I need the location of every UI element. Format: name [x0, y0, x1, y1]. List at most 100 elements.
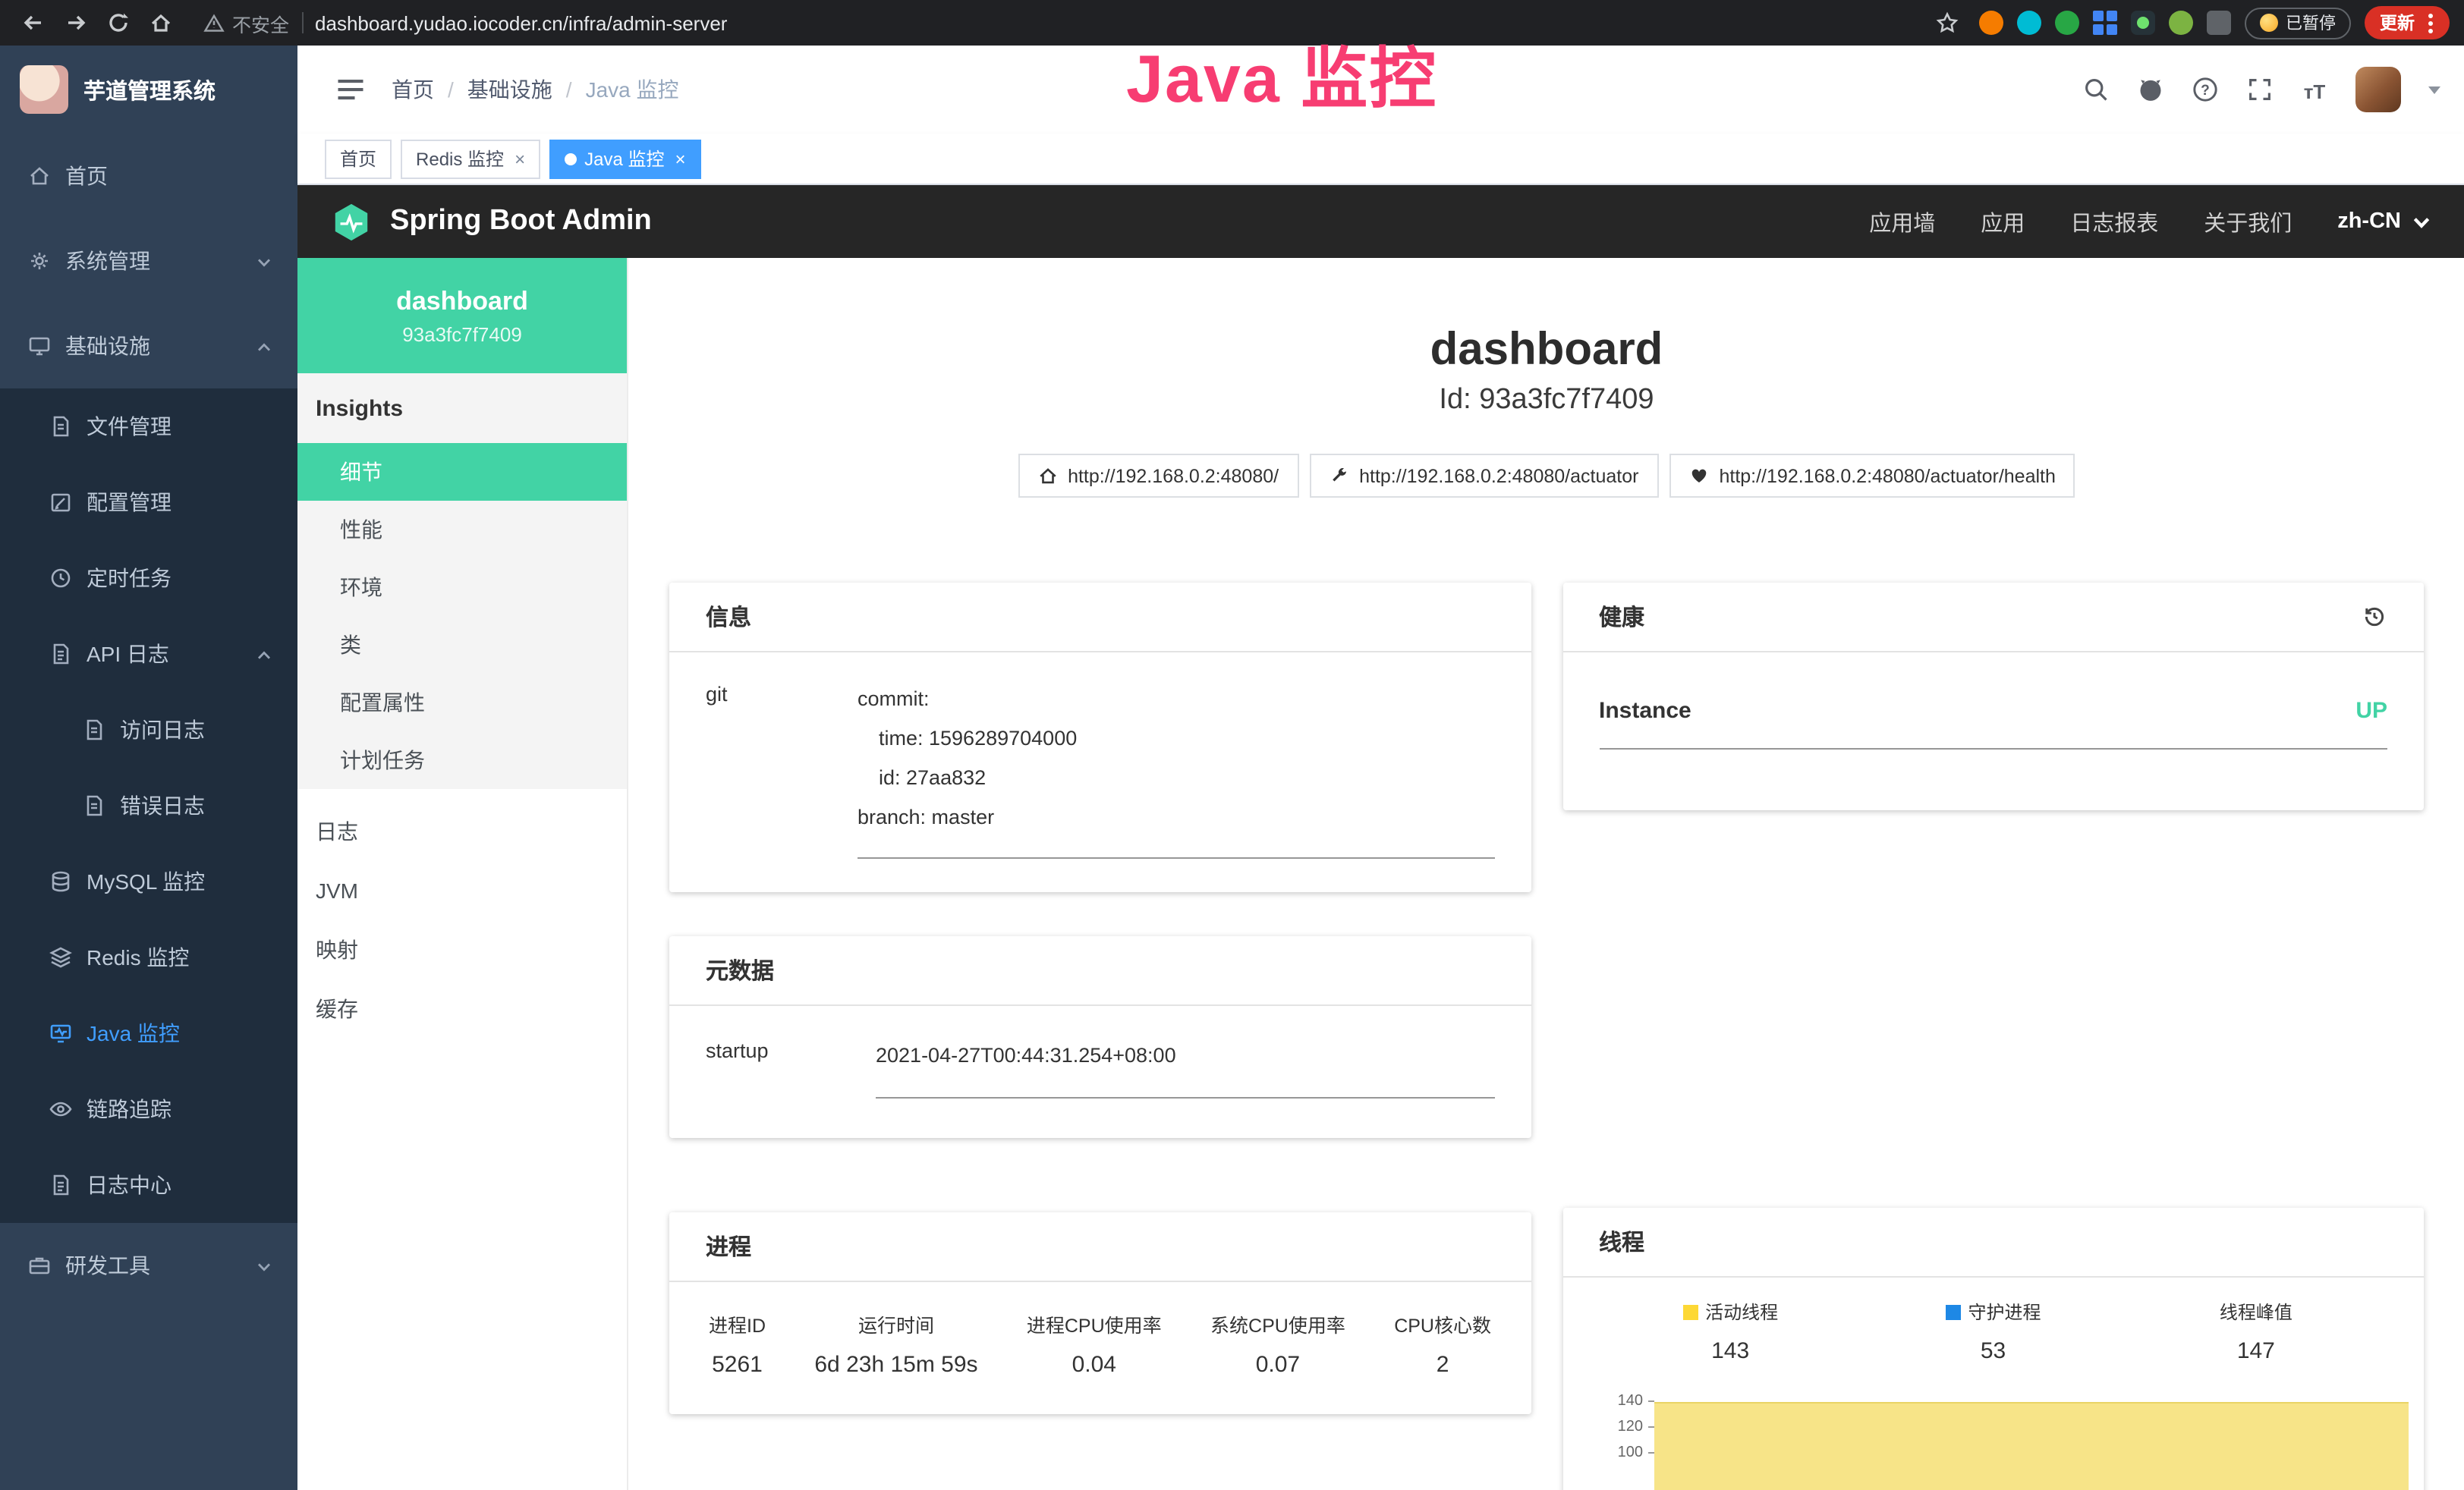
sba-item-mappings[interactable]: 映射: [297, 919, 627, 979]
sba-item-environment[interactable]: 环境: [297, 558, 627, 616]
sba-item-scheduled-tasks[interactable]: 计划任务: [297, 731, 627, 789]
active-dot: [565, 152, 577, 165]
metadata-value: 2021-04-27T00:44:31.254+08:00: [876, 1036, 1494, 1076]
link-chip-root[interactable]: http://192.168.0.2:48080/: [1018, 454, 1298, 498]
sba-nav-journal[interactable]: 日志报表: [2070, 206, 2158, 237]
sidebar-item-java[interactable]: Java 监控: [0, 995, 297, 1071]
hamburger-icon[interactable]: [334, 73, 367, 106]
instance-header[interactable]: dashboard 93a3fc7f7409: [297, 258, 627, 373]
app-logo[interactable]: 芋道管理系统: [0, 46, 297, 134]
update-button[interactable]: 更新: [2365, 6, 2450, 39]
home-icon[interactable]: [143, 6, 179, 39]
close-icon[interactable]: ×: [515, 148, 525, 169]
extension-icon[interactable]: [2055, 11, 2079, 35]
sba-item-logs[interactable]: 日志: [297, 801, 627, 860]
extension-icon[interactable]: [2017, 11, 2041, 35]
sba-nav-wallboard[interactable]: 应用墙: [1869, 206, 1935, 237]
breadcrumb-home[interactable]: 首页: [392, 74, 434, 105]
sidebar-item-access-log[interactable]: 访问日志: [0, 692, 297, 768]
sidebar-item-redis[interactable]: Redis 监控: [0, 919, 297, 995]
sidebar-item-home[interactable]: 首页: [0, 134, 297, 218]
metric-uptime: 运行时间 6d 23h 15m 59s: [814, 1309, 977, 1378]
extension-icon[interactable]: [2169, 11, 2193, 35]
sidebar-item-log-center[interactable]: 日志中心: [0, 1147, 297, 1223]
layers-icon: [49, 945, 73, 970]
sidebar-item-trace[interactable]: 链路追踪: [0, 1071, 297, 1147]
sba-main: dashboard Id: 93a3fc7f7409 http://192.16…: [628, 258, 2464, 1490]
card-title: 信息: [706, 601, 751, 633]
document-icon: [49, 414, 73, 439]
tab-java[interactable]: Java 监控 ×: [549, 139, 700, 178]
github-icon[interactable]: [2137, 76, 2164, 103]
breadcrumb-infra[interactable]: 基础设施: [467, 74, 552, 105]
sidebar-item-devtools[interactable]: 研发工具: [0, 1223, 297, 1308]
sidebar-item-error-log[interactable]: 错误日志: [0, 768, 297, 844]
address-bar[interactable]: 不安全 dashboard.yudao.iocoder.cn/infra/adm…: [203, 8, 1923, 37]
tab-home[interactable]: 首页: [325, 139, 392, 178]
caret-down-icon[interactable]: [2428, 86, 2440, 93]
chart-y-axis: 140 120 100: [1611, 1388, 1654, 1466]
sidebar-menu: 首页 系统管理 基础设施 文件管理: [0, 134, 297, 1490]
logo-image: [20, 65, 68, 114]
metric-pid: 进程ID 5261: [709, 1309, 766, 1378]
back-icon[interactable]: [15, 6, 52, 39]
help-icon[interactable]: ?: [2192, 76, 2219, 103]
sba-nav-applications[interactable]: 应用: [1981, 206, 2025, 237]
extension-icon[interactable]: [2131, 11, 2155, 35]
extension-icon[interactable]: [2207, 11, 2231, 35]
info-card: 信息 git commit: time: 1596289704000 id: 2…: [669, 583, 1531, 892]
sba-item-jvm[interactable]: JVM: [297, 860, 627, 919]
log-icon: [49, 1173, 73, 1197]
chart-area-series: [1654, 1402, 2409, 1490]
sba-item-details[interactable]: 细节: [297, 443, 627, 501]
metric-system-cpu: 系统CPU使用率 0.07: [1210, 1309, 1345, 1378]
locale-selector[interactable]: zh-CN: [2337, 209, 2431, 234]
insights-title: Insights: [297, 373, 627, 443]
history-icon[interactable]: [2362, 604, 2387, 630]
avatar[interactable]: [2355, 67, 2401, 112]
sba-item-performance[interactable]: 性能: [297, 501, 627, 558]
document-icon: [82, 718, 106, 742]
briefcase-icon: [27, 1253, 52, 1278]
paused-badge[interactable]: 已暂停: [2245, 7, 2351, 39]
font-size-icon[interactable]: тT: [2301, 76, 2328, 103]
forward-icon[interactable]: [58, 6, 94, 39]
sba-item-classes[interactable]: 类: [297, 616, 627, 674]
threads-card: 线程 活动线程 143 守护进程 53: [1562, 1208, 2424, 1490]
reload-icon[interactable]: [100, 6, 137, 39]
link-chip-actuator[interactable]: http://192.168.0.2:48080/actuator: [1309, 454, 1658, 498]
screenshot-root: 不安全 dashboard.yudao.iocoder.cn/infra/adm…: [0, 0, 2464, 1490]
tab-redis[interactable]: Redis 监控 ×: [401, 139, 540, 178]
svg-text:?: ?: [2201, 83, 2210, 99]
sba-item-config-props[interactable]: 配置属性: [297, 674, 627, 731]
sidebar-item-api-log[interactable]: API 日志: [0, 616, 297, 692]
sba-root-items: 日志 JVM 映射 缓存: [297, 789, 627, 1038]
wrench-icon: [1329, 466, 1348, 486]
sba-brand-title[interactable]: Spring Boot Admin: [390, 205, 652, 238]
chevron-down-icon: [2412, 212, 2431, 231]
sidebar-item-config[interactable]: 配置管理: [0, 464, 297, 540]
fullscreen-icon[interactable]: [2246, 76, 2274, 103]
sidebar-item-file[interactable]: 文件管理: [0, 388, 297, 464]
git-time-line: time: 1596289704000: [858, 719, 1494, 759]
metric-process-cpu: 进程CPU使用率 0.04: [1027, 1309, 1162, 1378]
bookmark-star-icon[interactable]: [1929, 6, 1965, 39]
sidebar-item-cron[interactable]: 定时任务: [0, 540, 297, 616]
link-chip-health[interactable]: http://192.168.0.2:48080/actuator/health: [1669, 454, 2075, 498]
chevron-down-icon: [255, 252, 273, 270]
close-icon[interactable]: ×: [675, 148, 685, 169]
extension-icon[interactable]: [1979, 11, 2003, 35]
sidebar-item-system[interactable]: 系统管理: [0, 218, 297, 303]
sba-item-caches[interactable]: 缓存: [297, 979, 627, 1038]
instance-id-line: Id: 93a3fc7f7409: [628, 384, 2464, 417]
sidebar-item-mysql[interactable]: MySQL 监控: [0, 844, 297, 919]
extension-icon[interactable]: [2093, 11, 2117, 35]
sidebar-item-infra[interactable]: 基础设施: [0, 303, 297, 388]
search-icon[interactable]: [2082, 76, 2110, 103]
sba-nav-about[interactable]: 关于我们: [2204, 206, 2292, 237]
chart-plot-area: [1654, 1388, 2409, 1466]
instance-id: 93a3fc7f7409: [402, 322, 522, 345]
infra-submenu: 文件管理 配置管理 定时任务 API 日志: [0, 388, 297, 1223]
sba-logo-icon[interactable]: [331, 201, 372, 242]
git-branch-line: branch: master: [858, 798, 1494, 838]
